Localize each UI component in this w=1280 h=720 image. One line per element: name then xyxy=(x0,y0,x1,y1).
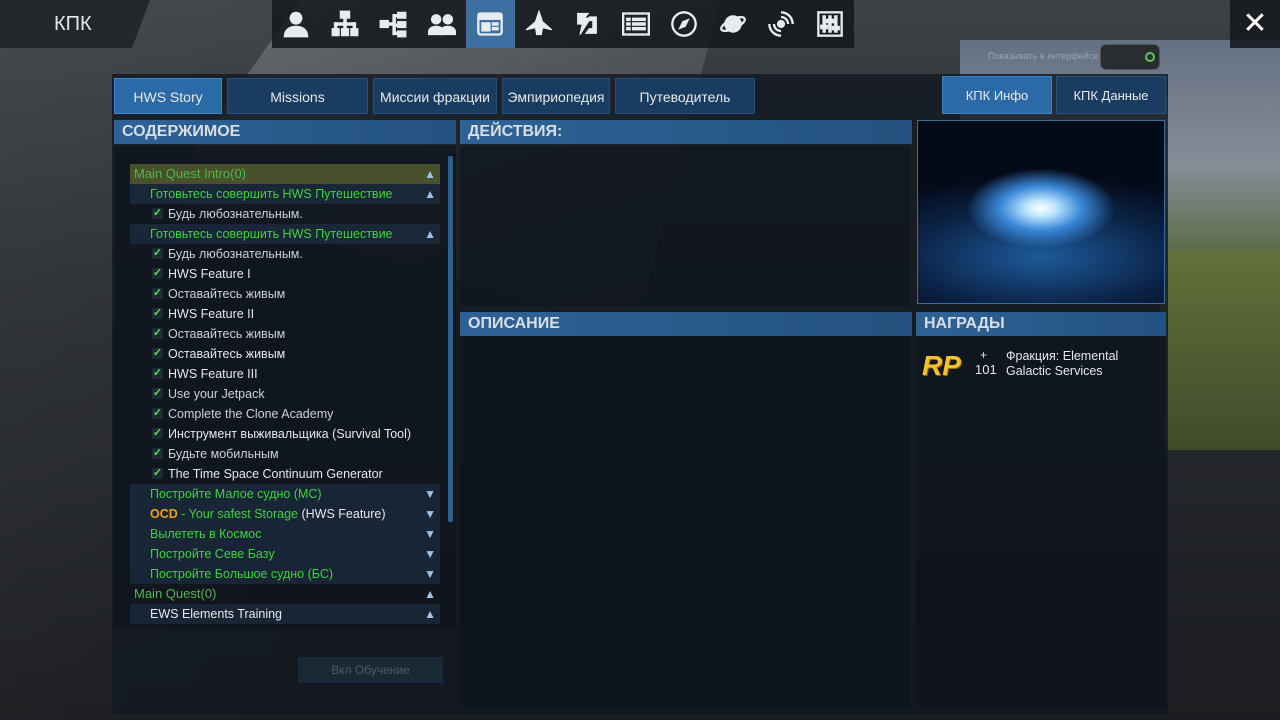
quest-item[interactable]: ✓ Инструмент выживальщика (Survival Tool) xyxy=(130,424,440,444)
checkmark-icon: ✓ xyxy=(152,267,163,279)
quest-item[interactable]: ✓ HWS Feature I xyxy=(130,264,440,284)
category-main-quest[interactable]: Main Quest(0) ▲ xyxy=(130,584,440,604)
quest-item[interactable]: ✓ HWS Feature II xyxy=(130,304,440,324)
tab-pda-info[interactable]: КПК Инфо xyxy=(942,76,1052,114)
quest-group[interactable]: Постройте Большое судно (БС) ▼ xyxy=(130,564,440,584)
collapse-arrow-icon[interactable]: ▲ xyxy=(424,164,436,184)
checkmark-icon: ✓ xyxy=(152,327,163,339)
quest-item[interactable]: ✓ Оставайтесь живым xyxy=(130,344,440,364)
rewards-panel xyxy=(916,336,1166,708)
category-main-quest-intro[interactable]: Main Quest Intro(0) ▲ xyxy=(130,164,440,184)
checkmark-icon: ✓ xyxy=(152,247,163,259)
quest-item[interactable]: ✓ Оставайтесь живым xyxy=(130,284,440,304)
quest-item[interactable]: ✓ Будьте мобильным xyxy=(130,444,440,464)
group-icon[interactable] xyxy=(418,0,467,48)
checkmark-icon: ✓ xyxy=(152,347,163,359)
mission-tree: Main Quest Intro(0) ▲ Готовьтесь соверши… xyxy=(130,164,440,624)
hierarchy-icon[interactable] xyxy=(369,0,418,48)
quest-group[interactable]: Постройте Малое судно (МС) ▼ xyxy=(130,484,440,504)
person-icon[interactable] xyxy=(272,0,321,48)
expand-arrow-icon[interactable]: ▼ xyxy=(424,544,436,564)
actions-panel xyxy=(460,146,910,306)
toggle-knob xyxy=(1145,52,1155,62)
tab-hws-story[interactable]: HWS Story xyxy=(114,78,222,114)
window-title: КПК xyxy=(0,0,150,48)
toolbar-icons xyxy=(272,0,854,48)
reward-value: 101 xyxy=(975,362,997,377)
checkmark-icon: ✓ xyxy=(152,367,163,379)
quest-group[interactable]: Готовьтесь совершить HWS Путешествие ▲ xyxy=(130,224,440,244)
description-header: ОПИСАНИЕ xyxy=(460,312,912,336)
show-in-ui-label: Показывать в интерфейсе xyxy=(988,51,1099,61)
factory-icon[interactable] xyxy=(563,0,612,48)
contents-scrollbar[interactable] xyxy=(448,156,453,522)
checkmark-icon: ✓ xyxy=(152,427,163,439)
galaxy-icon[interactable] xyxy=(757,0,806,48)
expand-arrow-icon[interactable]: ▼ xyxy=(424,564,436,584)
tab-faction-missions[interactable]: Миссии фракции xyxy=(373,78,497,114)
rp-badge-icon: RP xyxy=(922,350,961,381)
contents-header: СОДЕРЖИМОЕ xyxy=(114,120,456,144)
tutorial-button[interactable]: Вкл Обучение xyxy=(298,657,443,683)
checkmark-icon: ✓ xyxy=(152,447,163,459)
tab-empyriopedia[interactable]: Эмпириопедия xyxy=(502,78,610,114)
collapse-arrow-icon[interactable]: ▲ xyxy=(424,184,436,204)
checkmark-icon: ✓ xyxy=(152,207,163,219)
checkmark-icon: ✓ xyxy=(152,307,163,319)
codex-icon[interactable] xyxy=(466,0,515,48)
show-in-ui-toggle[interactable] xyxy=(1100,44,1160,70)
quest-group[interactable]: Вылететь в Космос ▼ xyxy=(130,524,440,544)
quest-group-ocd[interactable]: OCD - Your safest Storage (HWS Feature) … xyxy=(130,504,440,524)
tab-pda-data[interactable]: КПК Данные xyxy=(1056,76,1166,114)
quest-item[interactable]: ✓ The Time Space Continuum Generator xyxy=(130,464,440,484)
quest-group[interactable]: EWS Elements Training ▲ xyxy=(130,604,440,624)
quest-item[interactable]: ✓ Оставайтесь живым xyxy=(130,324,440,344)
quest-item[interactable]: ✓ HWS Feature III xyxy=(130,364,440,384)
collapse-arrow-icon[interactable]: ▲ xyxy=(424,584,436,604)
description-panel xyxy=(460,336,910,708)
checkmark-icon: ✓ xyxy=(152,467,163,479)
main-tabs: HWS Story Missions Миссии фракции Эмпири… xyxy=(114,78,755,114)
quest-item[interactable]: ✓ Будь любознательным. xyxy=(130,204,440,224)
expand-arrow-icon[interactable]: ▼ xyxy=(424,524,436,544)
checkmark-icon: ✓ xyxy=(152,287,163,299)
checkmark-icon: ✓ xyxy=(152,407,163,419)
background-ground xyxy=(1160,250,1280,450)
info-tabs: КПК Инфо КПК Данные xyxy=(942,76,1166,114)
ship-icon[interactable] xyxy=(515,0,564,48)
quest-item[interactable]: ✓ Будь любознательным. xyxy=(130,244,440,264)
reward-faction: Фракция: Elemental Galactic Services xyxy=(1006,349,1119,378)
expand-arrow-icon[interactable]: ▼ xyxy=(424,484,436,504)
mission-image xyxy=(917,120,1165,304)
collapse-arrow-icon[interactable]: ▲ xyxy=(424,224,436,244)
planet-icon[interactable] xyxy=(709,0,758,48)
quest-group[interactable]: Готовьтесь совершить HWS Путешествие ▲ xyxy=(130,184,440,204)
actions-header: ДЕЙСТВИЯ: xyxy=(460,120,912,144)
collapse-arrow-icon[interactable]: ▲ xyxy=(424,604,436,624)
quest-item[interactable]: ✓ Complete the Clone Academy xyxy=(130,404,440,424)
quest-item[interactable]: ✓ Use your Jetpack xyxy=(130,384,440,404)
list-icon[interactable] xyxy=(612,0,661,48)
top-bar: КПК ✕ xyxy=(0,0,1280,48)
checkmark-icon: ✓ xyxy=(152,387,163,399)
reward-plus: + xyxy=(980,348,988,362)
rewards-header: НАГРАДЫ xyxy=(916,312,1166,336)
network-icon[interactable] xyxy=(321,0,370,48)
tab-missions[interactable]: Missions xyxy=(227,78,368,114)
settings-sliders-icon[interactable] xyxy=(806,0,855,48)
expand-arrow-icon[interactable]: ▼ xyxy=(424,504,436,524)
compass-icon[interactable] xyxy=(660,0,709,48)
tab-guide[interactable]: Путеводитель xyxy=(615,78,755,114)
close-button[interactable]: ✕ xyxy=(1230,0,1280,48)
quest-group[interactable]: Постройте Севе Базу ▼ xyxy=(130,544,440,564)
